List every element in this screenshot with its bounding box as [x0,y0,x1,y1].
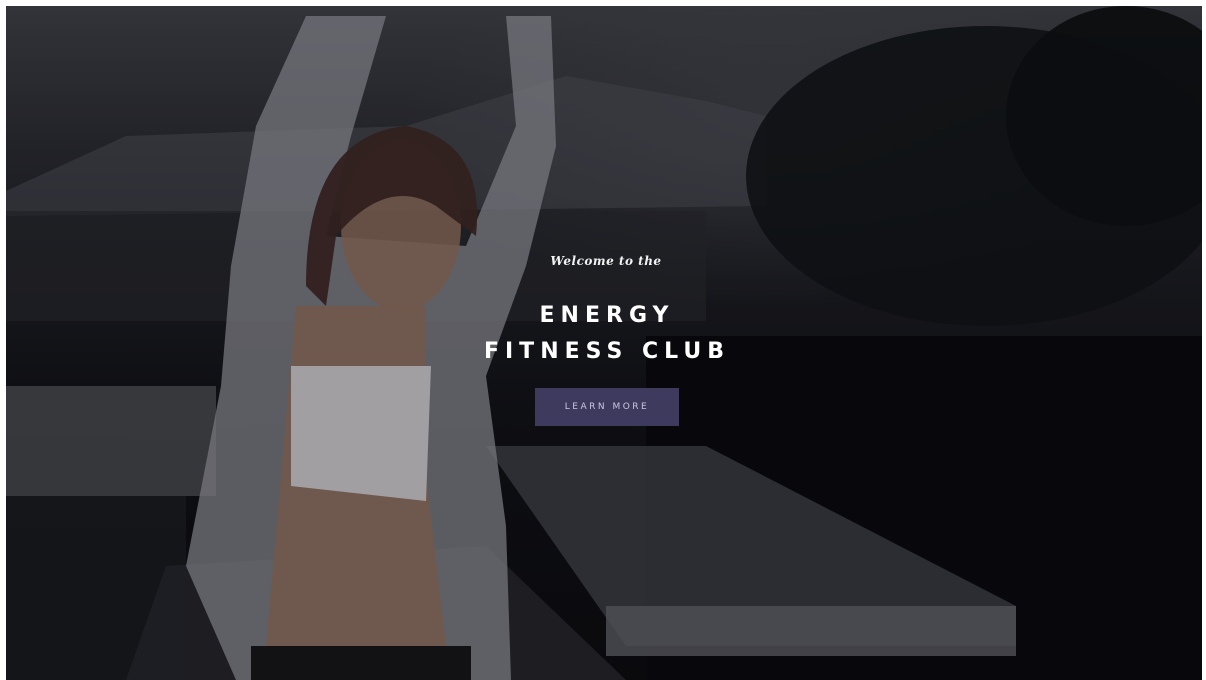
hero-content: Welcome to the ENERGY FITNESS CLUB LEARN… [6,254,1202,426]
learn-more-button[interactable]: LEARN MORE [535,388,679,426]
hero-section: Welcome to the ENERGY FITNESS CLUB LEARN… [6,6,1202,680]
hero-title-line-1: ENERGY [539,303,675,328]
hero-title: ENERGY FITNESS CLUB [6,298,1202,370]
hero-title-line-2: FITNESS CLUB [483,339,731,364]
hero-eyebrow: Welcome to the [550,254,662,268]
